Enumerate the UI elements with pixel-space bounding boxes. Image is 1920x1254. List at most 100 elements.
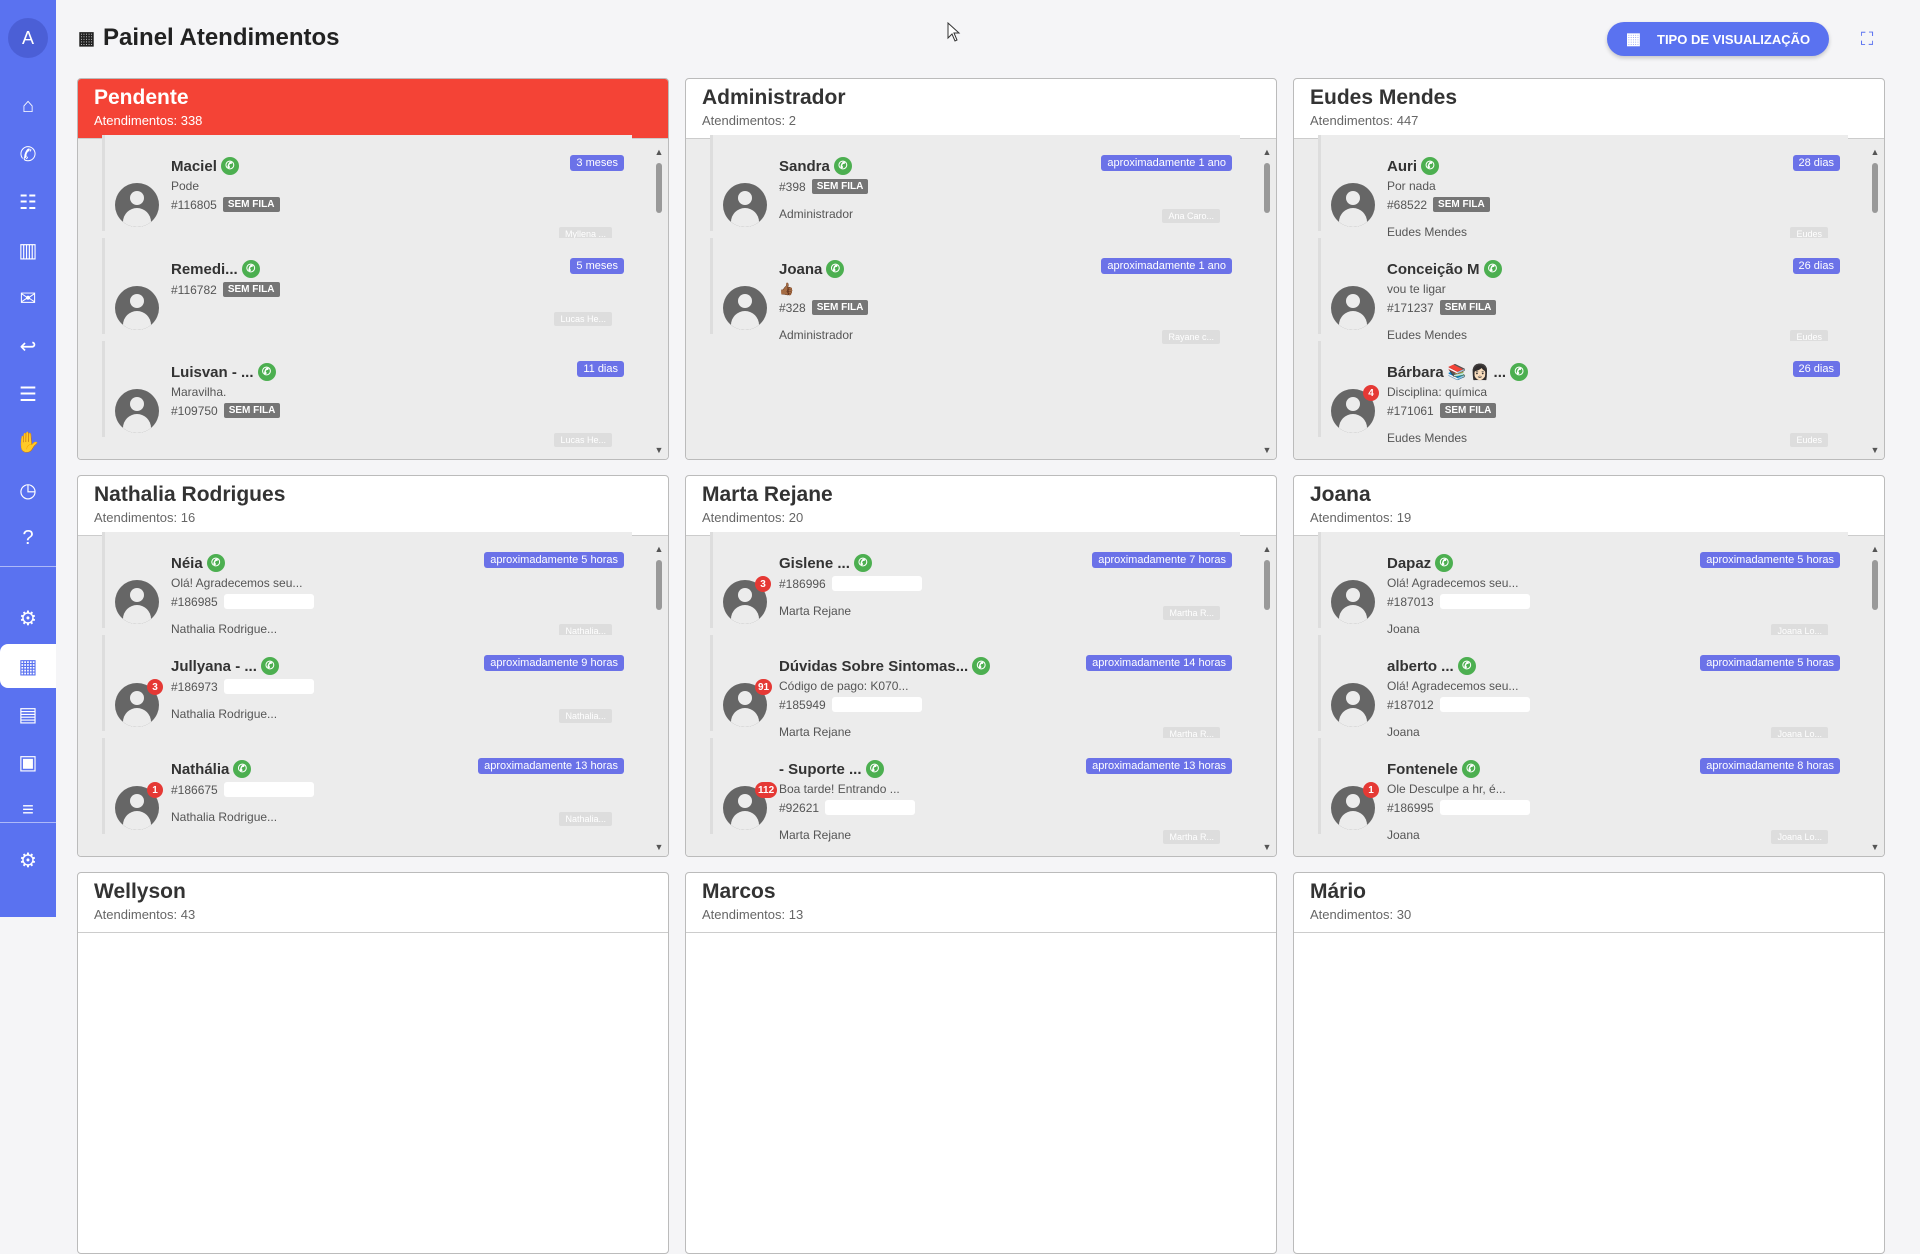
contact-name-text: Joana bbox=[779, 260, 823, 278]
assigned-user: Marta Rejane bbox=[779, 604, 852, 618]
avatar-head bbox=[1346, 588, 1360, 602]
ticket-card[interactable]: Auri ✆ Por nada #68522 SEM FILA Eudes Mendes 2… bbox=[1318, 135, 1848, 241]
ticket-card[interactable]: Néia ✆ Olá! Agradecemos seu... #186985 Natha… bbox=[102, 532, 632, 638]
kanban-icon[interactable]: ▥ bbox=[0, 228, 56, 272]
agent-chip: Ana Caro... bbox=[1162, 209, 1220, 223]
ticket-id: #116782 bbox=[171, 282, 217, 297]
report-icon[interactable]: ▤ bbox=[0, 692, 56, 736]
panel-title: Mário bbox=[1310, 880, 1367, 903]
settings-icon[interactable]: ⚙ bbox=[0, 596, 56, 640]
scroll-up-arrow-icon[interactable]: ▲ bbox=[654, 147, 664, 157]
home-icon[interactable]: ⌂ bbox=[0, 84, 56, 128]
ticket-card[interactable]: alberto ... ✆ Olá! Agradecemos seu... #1870… bbox=[1318, 635, 1848, 741]
whatsapp-icon[interactable]: ✆ bbox=[0, 132, 56, 176]
ticket-card[interactable]: 91 Dúvidas Sobre Sintomas... ✆ Código de pa… bbox=[710, 635, 1240, 741]
ticket-id: #171237 bbox=[1387, 300, 1434, 315]
contact-name-text: Luisvan - ... bbox=[171, 363, 254, 381]
panel-header: Joana Atendimentos: 19 bbox=[1294, 476, 1884, 536]
list-icon[interactable]: ≡ bbox=[0, 788, 56, 832]
handshake-icon[interactable]: ✋ bbox=[0, 420, 56, 464]
queue-tag-empty bbox=[223, 679, 314, 694]
clipboard-icon[interactable]: ☰ bbox=[0, 372, 56, 416]
scroll-up-arrow-icon[interactable]: ▲ bbox=[1262, 544, 1272, 554]
scroll-up-arrow-icon[interactable]: ▲ bbox=[1870, 544, 1880, 554]
ticket-list: ▲ ▼ Néia ✆ Olá! Agradecemos seu... #186985 Nat… bbox=[78, 532, 668, 856]
ticket-id-row: #171237 SEM FILA bbox=[1387, 300, 1497, 315]
queue-panel: Eudes Mendes Atendimentos: 447 ▲ ▼ Auri ✆ Por … bbox=[1293, 78, 1885, 460]
contact-name-text: Néia bbox=[171, 554, 203, 572]
ticket-time-badge: aproximadamente 5 horas bbox=[484, 552, 624, 568]
agent-chip: Nathalia... bbox=[559, 812, 612, 826]
ticket-card[interactable]: 1 Fontenele ✆ Ole Desculpe a hr, é... #18699… bbox=[1318, 738, 1848, 844]
ticket-card[interactable]: Sandra ✆ #398 SEM FILA Administrador aproxima… bbox=[710, 135, 1240, 231]
last-message: Boa tarde! Entrando ... bbox=[779, 782, 900, 796]
ticket-card[interactable]: Maciel ✆ Pode #116805 SEM FILA 3 meses Myllena… bbox=[102, 135, 632, 241]
avatar-head bbox=[1346, 191, 1360, 205]
assigned-user: Nathalia Rodrigue... bbox=[171, 810, 278, 824]
admin-settings-icon[interactable]: ⚙ bbox=[0, 838, 56, 882]
fullscreen-button[interactable]: ⛶ bbox=[1856, 28, 1878, 50]
scrollbar[interactable]: ▲ ▼ bbox=[1870, 544, 1880, 852]
ticket-card[interactable]: Conceição M ✆ vou te ligar #171237 SEM FILA E… bbox=[1318, 238, 1848, 344]
scroll-up-arrow-icon[interactable]: ▲ bbox=[654, 544, 664, 554]
ticket-card[interactable]: Dapaz ✆ Olá! Agradecemos seu... #187013 Joan… bbox=[1318, 532, 1848, 638]
last-message: Disciplina: química bbox=[1387, 385, 1488, 399]
ticket-card[interactable]: Luisvan - ... ✆ Maravilha. #109750 SEM FILA 1… bbox=[102, 341, 632, 447]
queue-tag: SEM FILA bbox=[222, 197, 280, 212]
avatar-body bbox=[731, 605, 759, 624]
scroll-down-arrow-icon[interactable]: ▼ bbox=[654, 445, 664, 455]
user-avatar[interactable]: A bbox=[8, 18, 48, 58]
scroll-thumb[interactable] bbox=[656, 163, 662, 213]
assigned-user: Eudes Mendes bbox=[1387, 225, 1468, 239]
ticket-card[interactable]: 3 Jullyana - ... ✆ #186973 Nathalia Rodrigue… bbox=[102, 635, 632, 731]
money-icon[interactable]: ▣ bbox=[0, 740, 56, 784]
avatar-head bbox=[130, 397, 144, 411]
contact-avatar bbox=[1331, 183, 1375, 227]
scroll-down-arrow-icon[interactable]: ▼ bbox=[654, 842, 664, 852]
scroll-thumb[interactable] bbox=[656, 560, 662, 610]
ticket-card[interactable]: 4 Bárbara 📚 👩🏻 ... ✆ Disciplina: química #17… bbox=[1318, 341, 1848, 447]
ticket-id-row: #186985 bbox=[171, 594, 314, 609]
scrollbar[interactable]: ▲ ▼ bbox=[654, 147, 664, 455]
dashboard-icon[interactable]: ▦ bbox=[0, 644, 56, 688]
view-type-label: TIPO DE VISUALIZAÇÃO bbox=[1657, 31, 1811, 47]
scroll-thumb[interactable] bbox=[1264, 560, 1270, 610]
top-bar: ▦ Painel Atendimentos ▦ TIPO DE VISUALIZ… bbox=[56, 0, 1920, 75]
contact-name-text: Auri bbox=[1387, 157, 1417, 175]
scroll-down-arrow-icon[interactable]: ▼ bbox=[1262, 445, 1272, 455]
ticket-card[interactable]: Remedi... ✆ #116782 SEM FILA 5 meses Lucas He… bbox=[102, 238, 632, 334]
help-icon[interactable]: ? bbox=[0, 516, 56, 560]
ticket-card[interactable]: 1 Nathália ✆ #186675 Nathalia Rodrigue... apr… bbox=[102, 738, 632, 834]
whatsapp-icon: ✆ bbox=[1435, 554, 1454, 572]
queue-tag: SEM FILA bbox=[1439, 300, 1497, 315]
avatar-head bbox=[1346, 294, 1360, 308]
scroll-up-arrow-icon[interactable]: ▲ bbox=[1870, 147, 1880, 157]
panel-header: Wellyson Atendimentos: 43 bbox=[78, 873, 668, 933]
ticket-card[interactable]: 3 Gislene ... ✆ #186996 Marta Rejane aproxima… bbox=[710, 532, 1240, 628]
chat-icon[interactable]: ✉ bbox=[0, 276, 56, 320]
scrollbar[interactable]: ▲ ▼ bbox=[654, 544, 664, 852]
ticket-card[interactable]: Joana ✆ 👍🏾 #328 SEM FILA Administrador aproxim… bbox=[710, 238, 1240, 344]
assigned-user: Marta Rejane bbox=[779, 828, 852, 842]
scroll-down-arrow-icon[interactable]: ▼ bbox=[1262, 842, 1272, 852]
scrollbar[interactable]: ▲ ▼ bbox=[1262, 147, 1272, 455]
contact-name: Gislene ... ✆ bbox=[779, 554, 872, 572]
panel-header: Pendente Atendimentos: 338 bbox=[78, 79, 668, 139]
scrollbar[interactable]: ▲ ▼ bbox=[1262, 544, 1272, 852]
scroll-up-arrow-icon[interactable]: ▲ bbox=[1262, 147, 1272, 157]
scroll-thumb[interactable] bbox=[1872, 163, 1878, 213]
ticket-time-badge: aproximadamente 13 horas bbox=[478, 758, 624, 774]
scrollbar[interactable]: ▲ ▼ bbox=[1870, 147, 1880, 455]
clock-icon[interactable]: ◷ bbox=[0, 468, 56, 512]
scroll-down-arrow-icon[interactable]: ▼ bbox=[1870, 445, 1880, 455]
quick-reply-icon[interactable]: ↩ bbox=[0, 324, 56, 368]
queue-tag-empty bbox=[831, 697, 922, 712]
panel-ticket-count: Atendimentos: 447 bbox=[1310, 113, 1419, 128]
assigned-user: Marta Rejane bbox=[779, 725, 852, 739]
ticket-card[interactable]: 112- Suporte ... ✆ Boa tarde! Entrando ...… bbox=[710, 738, 1240, 844]
contacts-icon[interactable]: ☷ bbox=[0, 180, 56, 224]
scroll-down-arrow-icon[interactable]: ▼ bbox=[1870, 842, 1880, 852]
view-type-button[interactable]: ▦ TIPO DE VISUALIZAÇÃO bbox=[1607, 22, 1829, 56]
scroll-thumb[interactable] bbox=[1264, 163, 1270, 213]
scroll-thumb[interactable] bbox=[1872, 560, 1878, 610]
